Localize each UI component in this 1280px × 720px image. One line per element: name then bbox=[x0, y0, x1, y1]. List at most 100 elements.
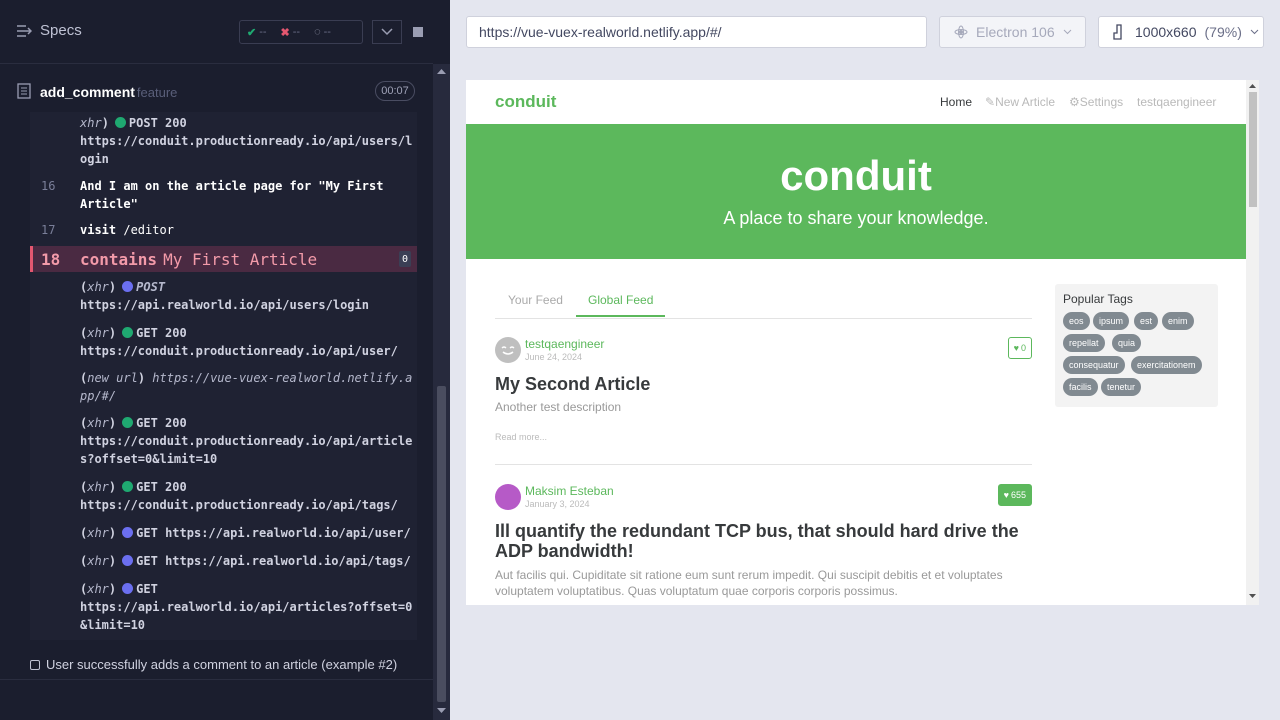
failed-stat: ✖ -- bbox=[274, 26, 308, 39]
tag-pill[interactable]: exercitationem bbox=[1131, 356, 1202, 374]
command-method: GET 200 bbox=[136, 416, 187, 430]
tag-pill[interactable]: enim bbox=[1162, 312, 1194, 330]
scroll-down-icon[interactable] bbox=[1249, 594, 1256, 599]
favorite-button[interactable]: ♥ 0 bbox=[1007, 337, 1032, 359]
tag-pill[interactable]: quia bbox=[1112, 334, 1142, 352]
article-description: Another test description bbox=[495, 400, 622, 414]
command-type: xhr bbox=[80, 116, 102, 130]
ruler-icon bbox=[1113, 24, 1122, 40]
app-scrollbar-thumb[interactable] bbox=[1249, 92, 1257, 207]
app-iframe: conduit Home ✎New Article ⚙Settings test… bbox=[466, 80, 1259, 605]
command-url: https://conduit.productionready.io/api/u… bbox=[80, 344, 398, 358]
scrollbar-thumb[interactable] bbox=[437, 386, 446, 702]
viewport-zoom: (79%) bbox=[1204, 24, 1242, 40]
app-scrollbar[interactable] bbox=[1246, 80, 1259, 605]
avatar[interactable] bbox=[495, 337, 521, 363]
runner-scrollbar[interactable] bbox=[433, 64, 450, 720]
nav-home[interactable]: Home bbox=[940, 95, 972, 109]
status-dot-icon bbox=[122, 481, 134, 492]
url-bar[interactable]: https://vue-vuex-realworld.netlify.app/#… bbox=[466, 16, 927, 48]
stop-button[interactable] bbox=[406, 20, 430, 44]
command-type: xhr bbox=[87, 554, 109, 568]
chevron-down-icon bbox=[1063, 29, 1071, 35]
failed-count: -- bbox=[292, 26, 301, 38]
next-test-item[interactable]: User successfully adds a comment to an a… bbox=[30, 657, 397, 672]
tag-pill[interactable]: facilis bbox=[1063, 378, 1098, 396]
passed-count: -- bbox=[259, 26, 267, 38]
article-date: January 3, 2024 bbox=[525, 499, 590, 509]
tag-pill[interactable]: tenetur bbox=[1101, 378, 1142, 396]
nav-settings[interactable]: ⚙Settings bbox=[1069, 95, 1123, 109]
article-title[interactable]: Ill quantify the redundant TCP bus, that… bbox=[495, 521, 1032, 561]
dropdown-button[interactable] bbox=[372, 20, 402, 44]
command-type: xhr bbox=[87, 526, 109, 540]
aut-panel: https://vue-vuex-realworld.netlify.app/#… bbox=[450, 0, 1280, 720]
avatar[interactable] bbox=[495, 484, 521, 510]
gear-icon: ⚙ bbox=[1069, 95, 1080, 109]
passed-stat: ✔ -- bbox=[240, 26, 274, 39]
tag-pill[interactable]: consequatur bbox=[1063, 356, 1125, 374]
test-title: User successfully adds a comment to an a… bbox=[46, 657, 398, 672]
browser-selector[interactable]: Electron 106 bbox=[939, 16, 1086, 48]
command-method: GET bbox=[136, 526, 158, 540]
article-preview: Maksim Esteban January 3, 2024 ♥ 655 Ill … bbox=[495, 484, 1032, 605]
active-command-row[interactable]: 18 contains My First Article 0 bbox=[30, 246, 417, 272]
favorite-count: 0 bbox=[1020, 343, 1026, 353]
scroll-up-icon[interactable] bbox=[437, 68, 446, 74]
test-runner-panel: Specs ✔ -- ✖ -- ◌ -- add_comment feature 00:… bbox=[0, 0, 450, 720]
x-icon: ✖ bbox=[280, 26, 290, 39]
status-dot-icon bbox=[122, 327, 134, 338]
command-arg: My First Article bbox=[163, 250, 318, 269]
spec-kind: feature bbox=[136, 85, 178, 100]
author-name[interactable]: Maksim Esteban bbox=[525, 484, 614, 498]
viewport-selector[interactable]: 1000x660 (79%) bbox=[1098, 16, 1264, 48]
scroll-down-icon[interactable] bbox=[437, 708, 446, 714]
command-log[interactable]: xhr) POST 200 https://conduit.productionre… bbox=[30, 112, 417, 640]
tag-pill[interactable]: repellat bbox=[1063, 334, 1105, 352]
command-url: https://conduit.productionready.io/api/t… bbox=[80, 498, 398, 512]
scroll-up-icon[interactable] bbox=[1249, 83, 1256, 88]
command-method: GET bbox=[136, 582, 158, 596]
edit-icon: ✎ bbox=[985, 95, 996, 109]
specs-label: Specs bbox=[40, 22, 82, 39]
command-url: https://api.realworld.io/api/tags/ bbox=[165, 554, 411, 568]
command-number: 16 bbox=[41, 179, 56, 193]
test-checkbox[interactable] bbox=[30, 659, 40, 670]
element-count-badge: 0 bbox=[399, 251, 411, 267]
status-dot-icon bbox=[114, 117, 126, 128]
tab-your-feed[interactable]: Your Feed bbox=[508, 293, 563, 307]
command-type: xhr bbox=[87, 480, 109, 494]
command-name: contains bbox=[80, 250, 158, 269]
favorite-button[interactable]: ♥ 655 bbox=[997, 484, 1032, 506]
status-dot-icon bbox=[122, 417, 134, 428]
command-method: POST 200 bbox=[128, 116, 187, 130]
nav-user[interactable]: testqaengineer bbox=[1137, 95, 1216, 109]
specs-button[interactable]: Specs bbox=[16, 22, 82, 39]
command-type: xhr bbox=[87, 326, 109, 340]
article-title[interactable]: My Second Article bbox=[495, 374, 1032, 394]
spec-timer: 00:07 bbox=[375, 81, 415, 101]
chevron-down-icon bbox=[381, 28, 393, 36]
tag-pill[interactable]: ipsum bbox=[1093, 312, 1130, 330]
spec-title: add_comment feature bbox=[40, 84, 177, 100]
app-brand[interactable]: conduit bbox=[495, 92, 556, 112]
command-url: https://conduit.productionready.io/api/u… bbox=[80, 134, 413, 166]
command-url: https://api.realworld.io/api/users/login bbox=[80, 298, 369, 312]
tab-global-feed[interactable]: Global Feed bbox=[576, 293, 666, 317]
document-icon bbox=[17, 83, 31, 99]
status-dot-icon bbox=[122, 527, 134, 538]
command-number: 17 bbox=[41, 223, 56, 237]
nav-new-article[interactable]: ✎New Article bbox=[985, 95, 1055, 109]
chevron-down-icon bbox=[1250, 29, 1259, 35]
divider bbox=[0, 679, 433, 680]
command-arg: /editor bbox=[123, 223, 174, 237]
read-more-link[interactable]: Read more... bbox=[495, 432, 547, 442]
command-url: https://api.realworld.io/api/user/ bbox=[165, 526, 411, 540]
tag-pill[interactable]: est bbox=[1134, 312, 1159, 330]
tag-pill[interactable]: eos bbox=[1063, 312, 1090, 330]
command-text: And I am on the article page for "My Fir… bbox=[80, 179, 384, 211]
author-name[interactable]: testqaengineer bbox=[525, 337, 604, 351]
command-type: xhr bbox=[87, 416, 109, 430]
command-method: GET bbox=[136, 554, 158, 568]
smiley-icon bbox=[501, 346, 515, 355]
